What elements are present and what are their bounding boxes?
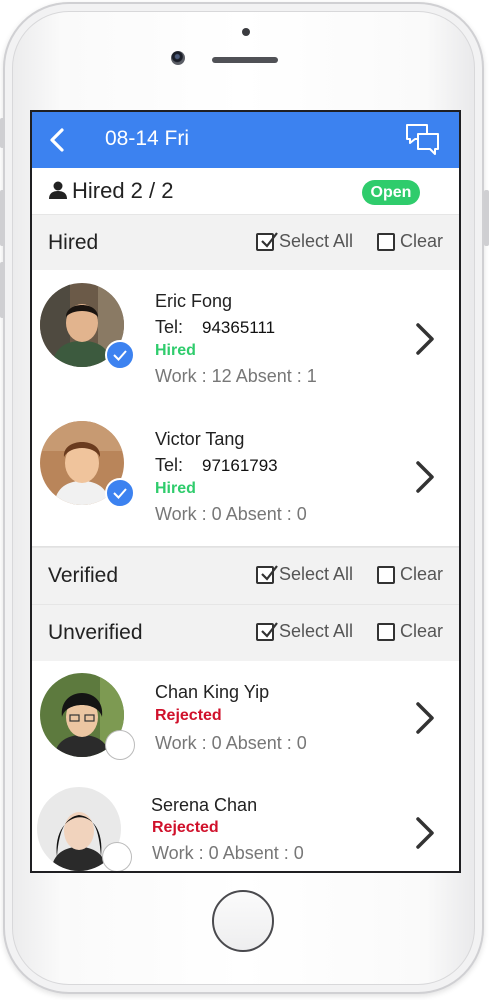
- status-badge: Open: [362, 180, 420, 205]
- tel-number: 94365111: [202, 318, 276, 337]
- worker-row[interactable]: Chan King Yip Rejected Work : 0 Absent :…: [32, 661, 459, 776]
- tel-label: Tel:: [155, 317, 184, 337]
- checkbox-checked-icon: [256, 231, 278, 251]
- checkbox-checked-icon: [256, 564, 278, 584]
- section-header-unverified: Unverified Select All Clear: [32, 604, 459, 662]
- work-absent-summary: Work : 0 Absent : 0: [155, 733, 307, 753]
- worker-row[interactable]: Victor Tang Tel: 97161793 Hired Work : 0…: [32, 408, 459, 547]
- tel-label: Tel:: [155, 455, 184, 475]
- select-all-checkbox[interactable]: Select All: [256, 564, 353, 585]
- tel-number: 97161793: [202, 456, 278, 475]
- status-label: Hired: [155, 342, 196, 359]
- mute-switch: [0, 118, 5, 148]
- checkbox-empty-icon: [377, 232, 395, 251]
- app-screen: 08-14 Fri Hired 2 / 2 Open Hired Select …: [30, 110, 461, 873]
- worker-name: Eric Fong: [155, 291, 233, 311]
- checkbox-checked-icon: [256, 621, 278, 641]
- chevron-right-icon: [416, 702, 434, 734]
- work-absent-summary: Work : 12 Absent : 1: [155, 366, 317, 386]
- select-all-label: Select All: [279, 231, 354, 251]
- clear-label: Clear: [400, 564, 444, 584]
- power-button: [484, 190, 489, 246]
- unchecked-circle-icon: [105, 730, 135, 760]
- hired-count-label: Hired 2 / 2: [72, 178, 174, 203]
- hired-check-icon: [105, 478, 135, 508]
- chat-button[interactable]: [405, 122, 441, 158]
- top-bar: 08-14 Fri: [32, 112, 459, 168]
- clear-checkbox[interactable]: Clear: [377, 621, 443, 642]
- work-absent-summary: Work : 0 Absent : 0: [152, 843, 304, 863]
- chevron-right-icon: [416, 817, 434, 849]
- select-all-checkbox[interactable]: Select All: [256, 231, 353, 252]
- back-button[interactable]: [42, 124, 74, 156]
- unchecked-circle-icon: [102, 842, 132, 871]
- work-absent-summary: Work : 0 Absent : 0: [155, 504, 307, 524]
- person-icon: [49, 181, 67, 199]
- checkbox-empty-icon: [377, 622, 395, 641]
- clear-label: Clear: [400, 231, 444, 251]
- volume-up-button: [0, 190, 5, 246]
- home-button[interactable]: [212, 890, 274, 952]
- status-label: Rejected: [155, 707, 222, 724]
- page-title: 08-14 Fri: [105, 127, 190, 150]
- chevron-right-icon: [416, 461, 434, 493]
- worker-row[interactable]: Eric Fong Tel: 94365111 Hired Work : 12 …: [32, 270, 459, 409]
- chevron-right-icon: [416, 323, 434, 355]
- front-camera: [171, 51, 185, 65]
- volume-down-button: [0, 262, 5, 318]
- worker-row[interactable]: Serena Chan Rejected Work : 0 Absent : 0: [32, 775, 459, 871]
- worker-name: Chan King Yip: [155, 682, 270, 702]
- select-all-label: Select All: [279, 564, 354, 584]
- chat-icon: [406, 124, 439, 155]
- hired-summary-bar: Hired 2 / 2 Open: [32, 168, 459, 215]
- clear-label: Clear: [400, 621, 444, 641]
- checkbox-empty-icon: [377, 565, 395, 584]
- clear-checkbox[interactable]: Clear: [377, 231, 443, 252]
- earpiece-speaker: [212, 57, 278, 63]
- worker-name: Victor Tang: [155, 429, 245, 449]
- worker-name: Serena Chan: [151, 795, 258, 815]
- hired-check-icon: [105, 340, 135, 370]
- status-label: Hired: [155, 480, 196, 497]
- section-header-verified: Verified Select All Clear: [32, 547, 459, 605]
- select-all-checkbox[interactable]: Select All: [256, 621, 353, 642]
- back-arrow-icon: [50, 128, 64, 152]
- proximity-sensor: [242, 28, 250, 36]
- section-header-hired: Hired Select All Clear: [32, 214, 459, 272]
- section-title: Verified: [48, 564, 119, 587]
- section-title: Hired: [48, 231, 99, 254]
- select-all-label: Select All: [279, 621, 354, 641]
- clear-checkbox[interactable]: Clear: [377, 564, 443, 585]
- status-label: Rejected: [152, 819, 219, 836]
- section-title: Unverified: [48, 621, 143, 644]
